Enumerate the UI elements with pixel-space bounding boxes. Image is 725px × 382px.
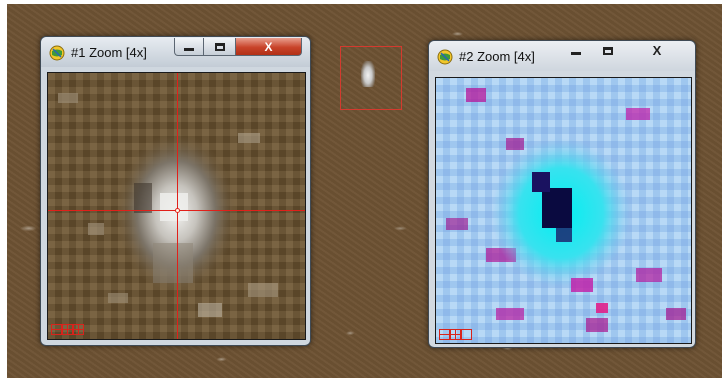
zoom-view-natural[interactable] [47, 72, 306, 340]
close-button[interactable]: X [236, 38, 302, 56]
box-mode-icon[interactable] [461, 329, 472, 340]
zoom-view-falsecolor[interactable] [435, 77, 692, 344]
close-icon: X [652, 43, 662, 58]
view-mode-icons [51, 324, 84, 335]
crosshair-vertical [177, 73, 178, 339]
line-mode-icon[interactable] [51, 324, 62, 335]
globe-icon [437, 49, 453, 65]
minimize-button[interactable] [561, 42, 591, 60]
crosshair-mode-icon[interactable] [450, 329, 461, 340]
maximize-button[interactable] [592, 42, 624, 60]
minimize-icon [571, 52, 581, 55]
minimize-icon [184, 48, 194, 51]
window-title: #2 Zoom [4x] [459, 49, 535, 64]
titlebar[interactable]: #1 Zoom [4x] X [41, 37, 310, 67]
titlebar[interactable]: #2 Zoom [4x] X [429, 41, 695, 71]
minimize-button[interactable] [174, 38, 204, 56]
selected-feature [361, 61, 375, 87]
selection-rectangle[interactable] [340, 46, 402, 110]
window-title: #1 Zoom [4x] [71, 45, 147, 60]
crosshair-mode-icon-2[interactable] [73, 324, 84, 335]
globe-icon [49, 45, 65, 61]
close-icon: X [264, 39, 273, 54]
crosshair-center[interactable] [175, 208, 180, 213]
maximize-button[interactable] [204, 38, 236, 56]
zoom-image [436, 78, 691, 343]
zoom-window-2[interactable]: #2 Zoom [4x] X [428, 40, 696, 348]
maximize-icon [214, 42, 225, 51]
view-mode-icons [439, 329, 472, 340]
maximize-icon [603, 46, 613, 55]
close-button[interactable]: X [629, 42, 685, 60]
line-mode-icon[interactable] [439, 329, 450, 340]
crosshair-mode-icon[interactable] [62, 324, 73, 335]
zoom-window-1[interactable]: #1 Zoom [4x] X [40, 36, 311, 346]
